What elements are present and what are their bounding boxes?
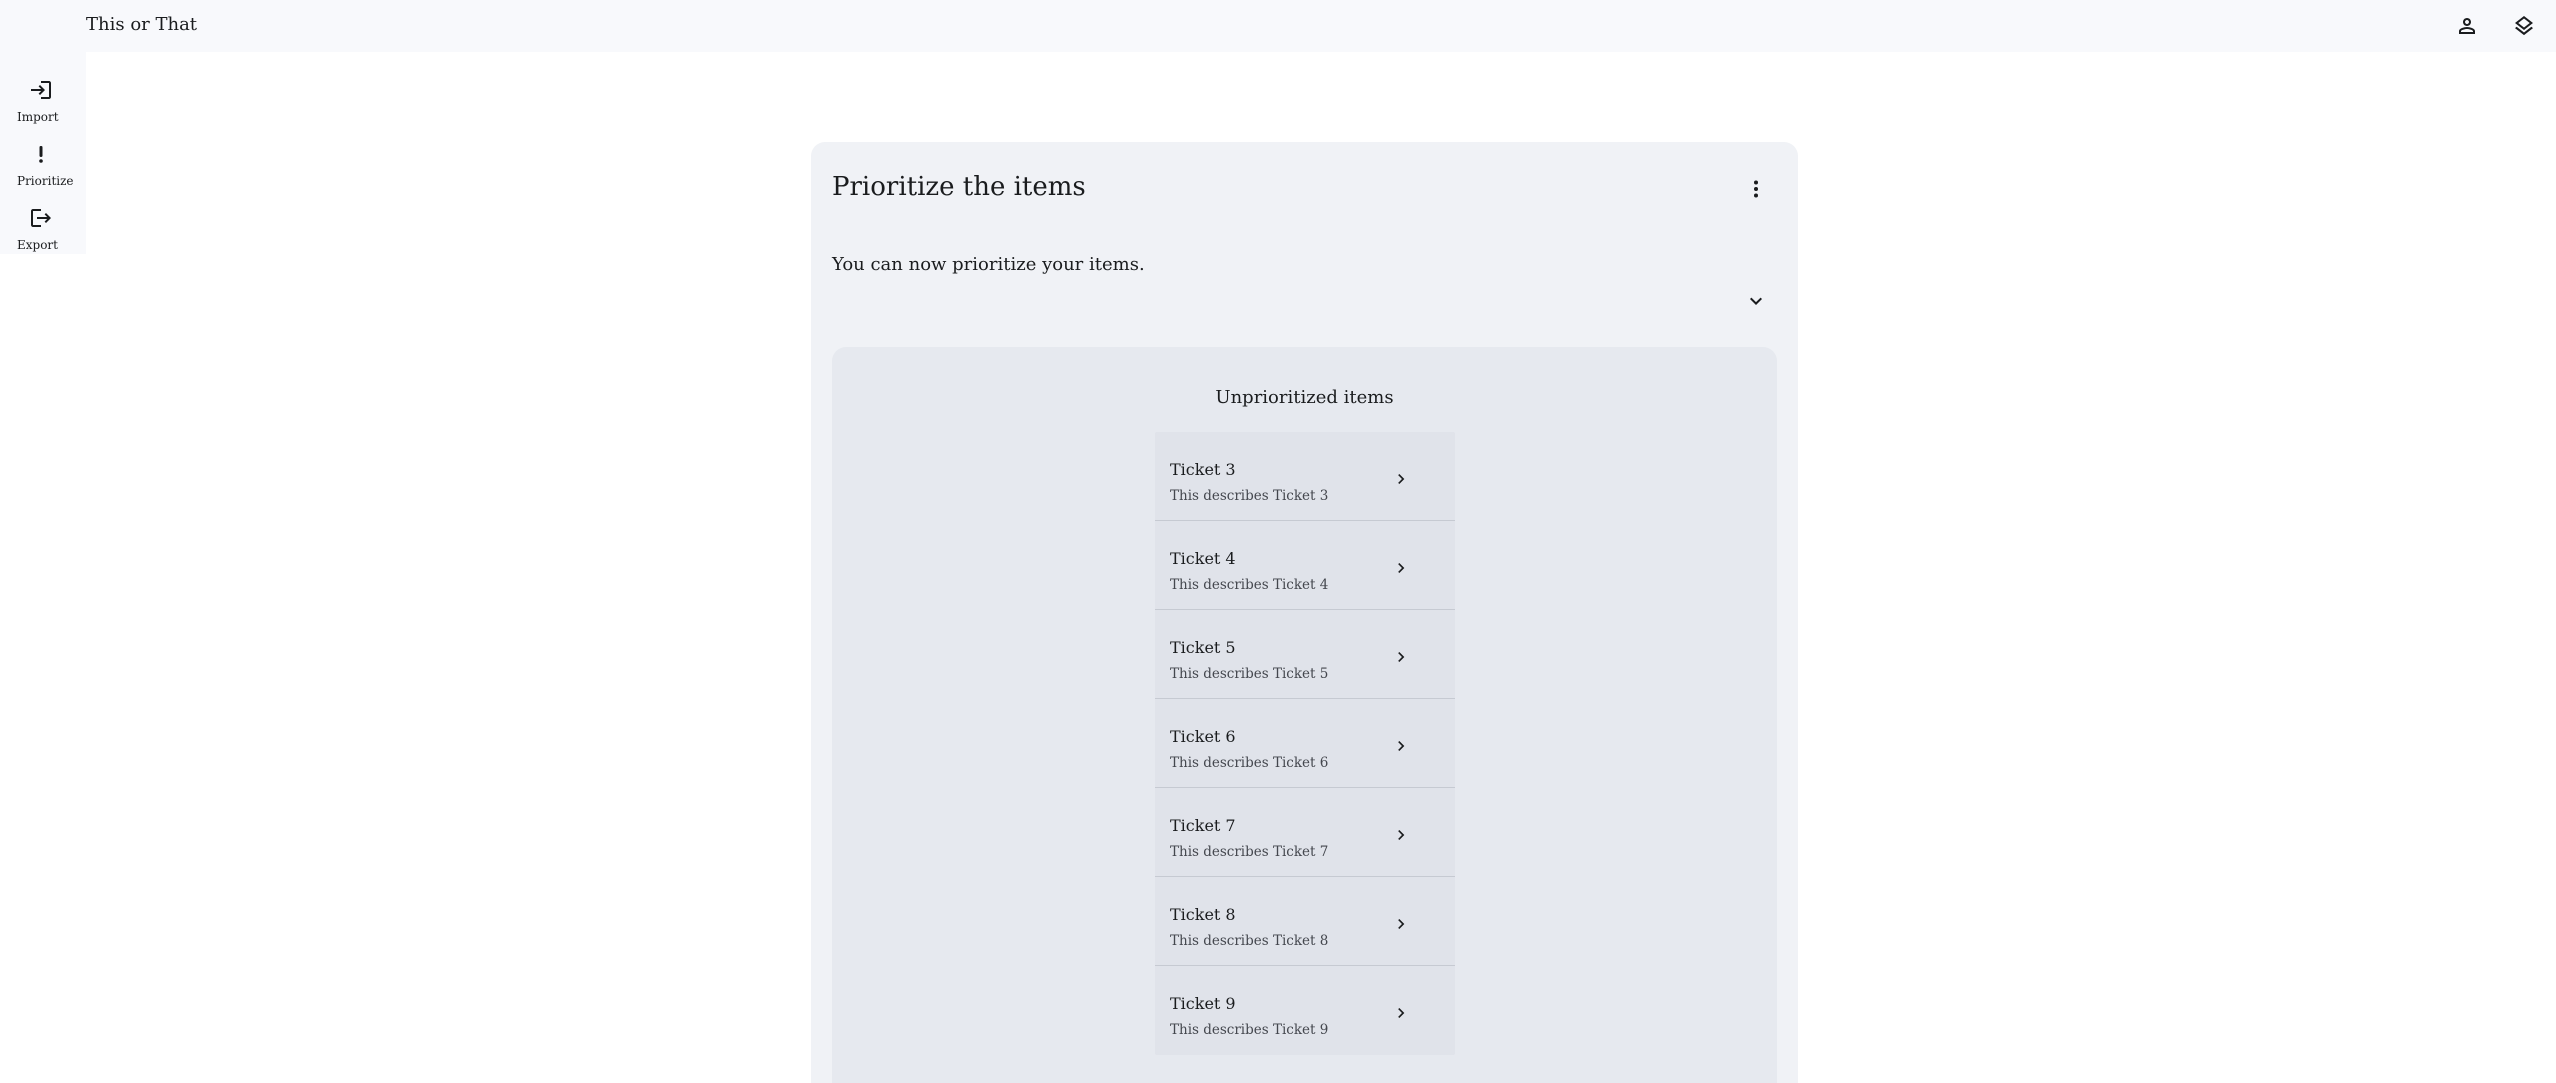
item-title: Ticket 3 <box>1170 460 1236 479</box>
prioritize-card: Prioritize the items You can now priorit… <box>811 142 1798 1083</box>
list-item[interactable]: Ticket 8 This describes Ticket 8 <box>1155 877 1455 966</box>
chevron-right-icon[interactable] <box>1391 736 1411 756</box>
nav-label-import: Import <box>17 110 59 124</box>
person-icon[interactable] <box>2453 12 2481 40</box>
item-subtitle: This describes Ticket 7 <box>1170 844 1329 860</box>
item-subtitle: This describes Ticket 6 <box>1170 755 1329 771</box>
app-title: This or That <box>86 14 198 35</box>
item-title: Ticket 5 <box>1170 638 1236 657</box>
nav-item-export[interactable]: Export <box>0 190 86 252</box>
item-title: Ticket 9 <box>1170 994 1236 1013</box>
item-subtitle: This describes Ticket 4 <box>1170 577 1329 593</box>
chevron-right-icon[interactable] <box>1391 914 1411 934</box>
nav-item-import[interactable]: Import <box>0 62 86 124</box>
list-title: Unprioritized items <box>1215 387 1394 408</box>
list-item[interactable]: Ticket 4 This describes Ticket 4 <box>1155 521 1455 610</box>
unprioritized-panel: Unprioritized items Ticket 3 This descri… <box>832 347 1777 1083</box>
layers-icon[interactable] <box>2510 12 2538 40</box>
list-item[interactable]: Ticket 7 This describes Ticket 7 <box>1155 788 1455 877</box>
unprioritized-list: Ticket 3 This describes Ticket 3 Ticket … <box>1155 432 1455 1055</box>
list-item[interactable]: Ticket 6 This describes Ticket 6 <box>1155 699 1455 788</box>
chevron-right-icon[interactable] <box>1391 558 1411 578</box>
logout-icon <box>27 204 55 232</box>
list-item[interactable]: Ticket 5 This describes Ticket 5 <box>1155 610 1455 699</box>
list-item[interactable]: Ticket 3 This describes Ticket 3 <box>1155 432 1455 521</box>
chevron-down-icon[interactable] <box>1739 284 1773 318</box>
more-vert-icon[interactable] <box>1739 172 1773 206</box>
item-subtitle: This describes Ticket 8 <box>1170 933 1329 949</box>
navigation-rail: Import Prioritize Export <box>0 52 86 254</box>
list-item[interactable]: Ticket 9 This describes Ticket 9 <box>1155 966 1455 1055</box>
card-title: Prioritize the items <box>832 172 1086 202</box>
card-description: You can now prioritize your items. <box>832 254 1145 275</box>
item-title: Ticket 7 <box>1170 816 1236 835</box>
item-title: Ticket 6 <box>1170 727 1236 746</box>
priority-icon <box>27 140 55 168</box>
nav-item-prioritize[interactable]: Prioritize <box>0 126 86 188</box>
chevron-right-icon[interactable] <box>1391 469 1411 489</box>
login-icon <box>27 76 55 104</box>
item-subtitle: This describes Ticket 5 <box>1170 666 1329 682</box>
item-title: Ticket 8 <box>1170 905 1236 924</box>
top-app-bar: This or That <box>0 0 2556 52</box>
chevron-right-icon[interactable] <box>1391 647 1411 667</box>
nav-label-prioritize: Prioritize <box>17 174 74 188</box>
item-subtitle: This describes Ticket 3 <box>1170 488 1329 504</box>
nav-label-export: Export <box>17 238 58 252</box>
item-subtitle: This describes Ticket 9 <box>1170 1022 1329 1038</box>
item-title: Ticket 4 <box>1170 549 1236 568</box>
chevron-right-icon[interactable] <box>1391 1003 1411 1023</box>
chevron-right-icon[interactable] <box>1391 825 1411 845</box>
